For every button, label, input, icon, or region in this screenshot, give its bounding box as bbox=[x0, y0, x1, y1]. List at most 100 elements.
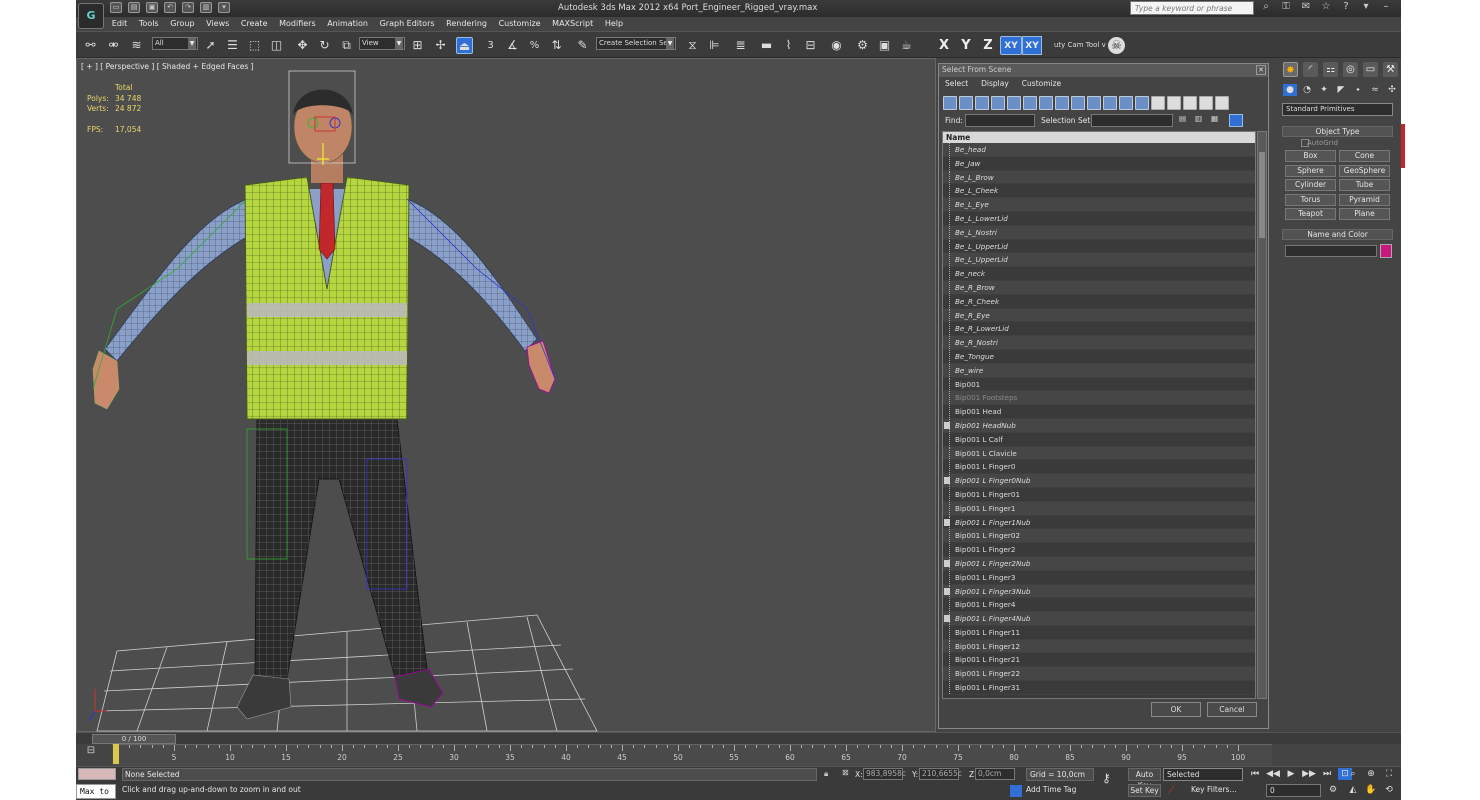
application-logo-button[interactable]: G bbox=[78, 3, 104, 29]
current-frame-marker[interactable] bbox=[113, 744, 119, 764]
category-dropdown[interactable]: Standard Primitives bbox=[1282, 103, 1393, 116]
display-frozen-icon[interactable] bbox=[1103, 96, 1117, 110]
object-name-input[interactable] bbox=[1285, 245, 1377, 257]
list-item[interactable]: Be_L_UpperLid bbox=[943, 239, 1255, 254]
motion-tab-icon[interactable]: ◎ bbox=[1343, 62, 1358, 77]
select-dependents-icon[interactable] bbox=[1215, 96, 1229, 110]
list-item[interactable]: Be_L_Cheek bbox=[943, 184, 1255, 199]
list-item[interactable]: Be_neck bbox=[943, 267, 1255, 281]
list-item[interactable]: Bip001 L Finger22 bbox=[943, 667, 1255, 682]
dialog-close-icon[interactable]: ✕ bbox=[1256, 65, 1266, 75]
list-item[interactable]: Bip001 L Finger0 bbox=[943, 460, 1255, 475]
qat-dropdown-icon[interactable]: ▾ bbox=[218, 2, 230, 13]
menu-rendering[interactable]: Rendering bbox=[440, 17, 492, 31]
layer-manager-icon[interactable]: ≣ bbox=[732, 37, 749, 54]
list-item[interactable]: Bip001 L Finger12 bbox=[943, 639, 1255, 654]
orbit-icon[interactable]: ⟲ bbox=[1382, 784, 1396, 796]
selection-filter-dropdown[interactable]: All bbox=[152, 37, 198, 50]
shapes-category-icon[interactable]: ◔ bbox=[1300, 84, 1314, 96]
goto-end-icon[interactable]: ⏭ bbox=[1320, 768, 1334, 780]
viewport-label[interactable]: [ + ] [ Perspective ] [ Shaded + Edged F… bbox=[81, 62, 254, 71]
list-item[interactable]: Be_L_Brow bbox=[943, 170, 1255, 185]
list-item[interactable]: Bip001 L Finger01 bbox=[943, 487, 1255, 502]
list-item[interactable]: Bip001 L Finger1 bbox=[943, 501, 1255, 516]
display-containers-icon[interactable] bbox=[1087, 96, 1101, 110]
absolute-mode-icon[interactable]: ⊠ bbox=[842, 768, 849, 777]
list-item[interactable]: Be_R_Cheek bbox=[943, 294, 1255, 309]
systems-category-icon[interactable]: ✣ bbox=[1385, 84, 1399, 96]
field-of-view-icon[interactable]: ◭ bbox=[1346, 784, 1360, 796]
space-warps-category-icon[interactable]: ≈ bbox=[1368, 84, 1382, 96]
list-item[interactable]: Bip001 bbox=[943, 377, 1255, 392]
pivot-center-icon[interactable]: ⊞ bbox=[409, 37, 426, 54]
menu-tools[interactable]: Tools bbox=[133, 17, 164, 31]
list-item[interactable]: Bip001 L Clavicle bbox=[943, 446, 1255, 461]
skull-script-icon[interactable]: ☠ bbox=[1108, 37, 1125, 54]
graphite-ribbon-icon[interactable]: ▬ bbox=[758, 37, 775, 54]
menu-group[interactable]: Group bbox=[164, 17, 200, 31]
list-scrollbar[interactable] bbox=[1257, 131, 1267, 699]
list-item[interactable]: Bip001 Head bbox=[943, 405, 1255, 419]
menu-animation[interactable]: Animation bbox=[321, 17, 373, 31]
restrict-xy-button[interactable]: XY bbox=[1000, 36, 1022, 55]
pyramid-button[interactable]: Pyramid bbox=[1339, 193, 1390, 206]
next-frame-icon[interactable]: ▶▶ bbox=[1302, 768, 1316, 780]
display-all-icon[interactable] bbox=[1135, 96, 1149, 110]
timeline-ruler[interactable]: 5 10 15 20 25 30 35 40 45 50 55 60 65 70 75 80 85 90 95 100 bbox=[112, 744, 1272, 766]
list-item[interactable]: Bip001 L Finger3 bbox=[943, 570, 1255, 585]
help-dropdown-icon[interactable]: ▾ bbox=[1360, 1, 1372, 13]
list-item[interactable]: Be_R_Brow bbox=[943, 280, 1255, 295]
list-item[interactable]: Bip001 L Finger3Nub bbox=[943, 584, 1255, 599]
open-file-icon[interactable]: ▤ bbox=[128, 2, 140, 13]
list-item[interactable]: Bip001 L Calf bbox=[943, 432, 1255, 447]
time-tag-icon[interactable] bbox=[1010, 785, 1022, 797]
display-invert-icon[interactable] bbox=[1167, 96, 1181, 110]
list-item[interactable]: Be_Jaw bbox=[943, 156, 1255, 171]
find-input[interactable] bbox=[965, 114, 1035, 127]
communication-center-icon[interactable]: ✉ bbox=[1300, 1, 1312, 13]
display-geometry-icon[interactable] bbox=[943, 96, 957, 110]
add-time-tag[interactable]: Add Time Tag bbox=[1026, 785, 1076, 794]
render-production-icon[interactable]: ☕ bbox=[898, 37, 915, 54]
display-space-warps-icon[interactable] bbox=[1023, 96, 1037, 110]
key-filters-button[interactable]: Key Filters... bbox=[1191, 785, 1237, 794]
utilities-tab-icon[interactable]: ⚒ bbox=[1383, 62, 1398, 77]
menu-maxscript[interactable]: MAXScript bbox=[546, 17, 599, 31]
display-xrefs-icon[interactable] bbox=[1055, 96, 1069, 110]
list-item[interactable]: Be_head bbox=[943, 143, 1255, 157]
hierarchy-tab-icon[interactable]: ⚏ bbox=[1323, 62, 1338, 77]
list-item[interactable]: Bip001 L Finger4Nub bbox=[943, 612, 1255, 626]
frame-indicator[interactable]: 0 / 100 bbox=[92, 734, 176, 744]
snaps-toggle-icon[interactable]: 3 bbox=[482, 37, 499, 54]
list-item[interactable]: Be_L_Nostri bbox=[943, 225, 1255, 240]
list-item[interactable]: Bip001 HeadNub bbox=[943, 418, 1255, 433]
unlink-icon[interactable]: ⚮ bbox=[105, 37, 122, 54]
angle-snap-icon[interactable]: ∡ bbox=[504, 37, 521, 54]
list-item[interactable]: Be_R_LowerLid bbox=[943, 322, 1255, 337]
list-item[interactable]: Bip001 L Finger21 bbox=[943, 653, 1255, 668]
menu-graph-editors[interactable]: Graph Editors bbox=[374, 17, 441, 31]
curve-editor-icon[interactable]: ⌇ bbox=[780, 37, 797, 54]
pan-view-icon[interactable]: ✋ bbox=[1364, 784, 1378, 796]
spinner-snap-icon[interactable]: ⇅ bbox=[548, 37, 565, 54]
key-selection-dropdown[interactable]: Selected bbox=[1163, 768, 1243, 781]
display-bones-icon[interactable] bbox=[1071, 96, 1085, 110]
select-scale-icon[interactable]: ⧉ bbox=[338, 37, 355, 54]
set-key-mode-icon[interactable]: ⚷ bbox=[1102, 771, 1111, 785]
zoom-extents-icon[interactable]: ⛶ bbox=[1382, 768, 1396, 780]
set-key-button[interactable]: Set Key bbox=[1128, 784, 1161, 797]
select-set-icon[interactable]: ▦ bbox=[1211, 114, 1221, 127]
highlight-selected-icon[interactable] bbox=[1229, 114, 1243, 127]
menu-create[interactable]: Create bbox=[235, 17, 273, 31]
list-item[interactable]: Be_L_Eye bbox=[943, 198, 1255, 212]
list-item[interactable]: Be_R_Nostri bbox=[943, 336, 1255, 350]
dialog-menu-customize[interactable]: Customize bbox=[1022, 79, 1061, 88]
display-shapes-icon[interactable] bbox=[959, 96, 973, 110]
dialog-title-bar[interactable]: Select From Scene bbox=[939, 64, 1268, 77]
time-config-icon[interactable]: ⚙ bbox=[1326, 784, 1340, 796]
reference-coordinate-dropdown[interactable]: View bbox=[359, 37, 405, 50]
menu-customize[interactable]: Customize bbox=[493, 17, 547, 31]
current-frame-field[interactable]: 0 bbox=[1266, 784, 1321, 797]
menu-modifiers[interactable]: Modifiers bbox=[273, 17, 321, 31]
display-helpers-icon[interactable] bbox=[1007, 96, 1021, 110]
